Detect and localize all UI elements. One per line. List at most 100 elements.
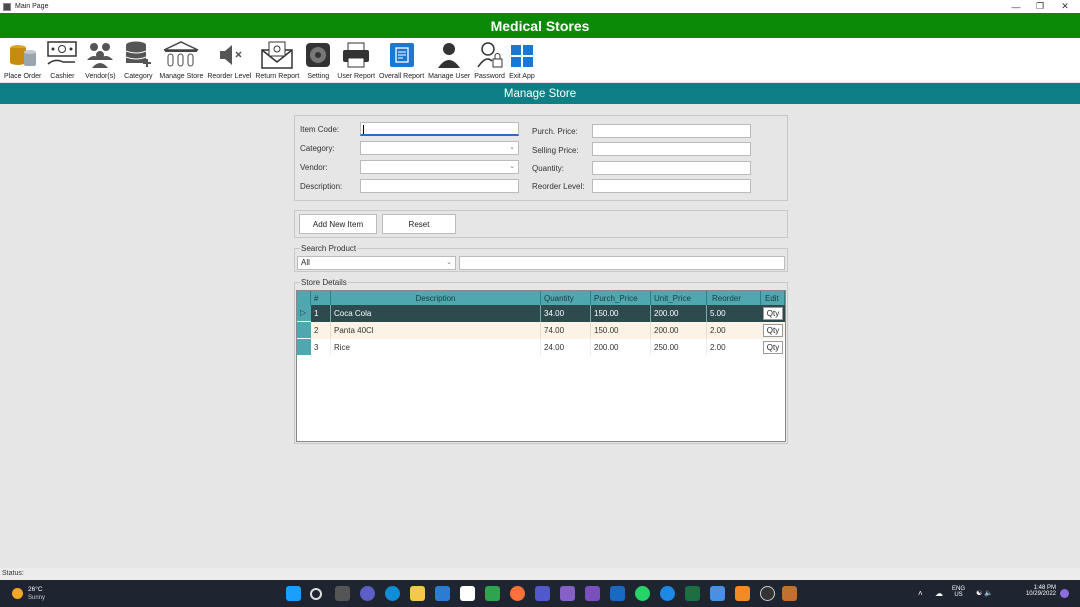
item-code-input[interactable] [360, 122, 519, 136]
category-select[interactable]: ⌄ [360, 141, 519, 155]
column-header[interactable]: Description [331, 291, 541, 305]
description-input[interactable] [360, 179, 519, 193]
reorder-level-input[interactable] [592, 179, 751, 193]
telegram-icon[interactable] [660, 586, 675, 601]
network-volume-icon[interactable]: ☯ 🔈 [976, 589, 993, 597]
mail-icon[interactable] [435, 586, 450, 601]
store-table: # Description Quantity Purch_Price Unit_… [296, 290, 786, 442]
column-header[interactable]: Quantity [541, 291, 591, 305]
column-header[interactable]: Edit [761, 291, 785, 305]
status-label: Status: [2, 570, 24, 577]
sublime-icon[interactable] [735, 586, 750, 601]
cell-unit-price: 200.00 [651, 305, 707, 322]
category-label: Category: [300, 144, 335, 153]
toolbar-manage-user[interactable]: Manage User [428, 38, 470, 82]
vs-code-icon[interactable] [585, 586, 600, 601]
row-selector[interactable]: ▷ [297, 305, 311, 322]
toolbar-password[interactable]: Password [474, 38, 505, 82]
visual-studio-icon[interactable] [560, 586, 575, 601]
medical-stores-app-icon[interactable] [782, 586, 797, 601]
cell-purch-price: 200.00 [591, 339, 651, 356]
toolbar-exit-app[interactable]: Exit App [509, 38, 535, 82]
chat-icon[interactable] [360, 586, 375, 601]
notepad-icon[interactable] [710, 586, 725, 601]
weather-sun-icon[interactable] [12, 588, 23, 599]
clock[interactable]: 1:48 PM 10/29/2022 [1018, 585, 1056, 597]
report-icon [387, 39, 417, 71]
language-indicator[interactable]: ENG US [952, 586, 965, 598]
column-header[interactable]: Purch_Price [591, 291, 651, 305]
toolbar-overall-report[interactable]: Overall Report [379, 38, 424, 82]
reorder-level-label: Reorder Level: [532, 182, 585, 191]
table-row[interactable]: 2 Panta 40Cl 74.00 150.00 200.00 2.00 Qt… [297, 322, 785, 339]
media-player-icon[interactable] [760, 586, 775, 601]
excel-icon[interactable] [685, 586, 700, 601]
cell-purch-price: 150.00 [591, 305, 651, 322]
cell-reorder: 2.00 [710, 343, 726, 352]
toolbar-label: Exit App [509, 73, 535, 80]
file-explorer-icon[interactable] [410, 586, 425, 601]
main-toolbar: Place Order Cashier Vendor(s) Category M… [0, 38, 1080, 82]
toolbar-category[interactable]: Category [121, 38, 155, 82]
cell-reorder: 2.00 [710, 326, 726, 335]
toolbar-cashier[interactable]: Cashier [45, 38, 79, 82]
chevron-down-icon: ⌄ [509, 144, 515, 151]
spreadsheet-icon[interactable] [485, 586, 500, 601]
toolbar-setting[interactable]: Setting [303, 38, 333, 82]
add-new-item-button[interactable]: Add New Item [299, 214, 377, 234]
search-input[interactable] [459, 256, 785, 270]
cloud-icon[interactable]: ☁ [935, 589, 943, 598]
edit-qty-button[interactable]: Qty [763, 324, 783, 337]
purch-price-input[interactable] [592, 124, 751, 138]
reset-button[interactable]: Reset [382, 214, 456, 234]
toolbar-place-order[interactable]: Place Order [4, 38, 41, 82]
teams-icon[interactable] [535, 586, 550, 601]
tray-chevron-icon[interactable]: ˄ [918, 589, 923, 598]
column-header[interactable]: Reorder [707, 291, 761, 305]
close-button[interactable]: ✕ [1053, 0, 1077, 13]
section-title: Manage Store [503, 87, 577, 100]
minimize-button[interactable]: — [1004, 0, 1028, 13]
toolbar-user-report[interactable]: User Report [337, 38, 375, 82]
row-selector[interactable] [297, 322, 311, 339]
user-lock-icon [475, 39, 505, 71]
search-icon[interactable] [310, 588, 322, 600]
toolbar-label: Overall Report [379, 73, 425, 80]
notification-icon[interactable] [1060, 589, 1069, 598]
printer-icon [339, 39, 373, 71]
toolbar-vendors[interactable]: Vendor(s) [83, 38, 117, 82]
selling-price-input[interactable] [592, 142, 751, 156]
row-selector[interactable] [297, 339, 311, 356]
quantity-label: Quantity: [532, 164, 565, 173]
toolbar-reorder-level[interactable]: Reorder Level [207, 38, 251, 82]
edit-qty-button[interactable]: Qty [763, 341, 783, 354]
search-filter-select[interactable]: All ⌄ [297, 256, 456, 270]
toolbar-label: Vendor(s) [85, 73, 116, 80]
app-icon [3, 2, 11, 11]
quantity-input[interactable] [592, 161, 751, 175]
table-row[interactable]: ▷ 1 Coca Cola 34.00 150.00 200.00 5.00 Q… [297, 305, 785, 322]
start-icon[interactable] [286, 586, 301, 601]
task-view-icon[interactable] [335, 586, 350, 601]
toolbar-label: Manage User [428, 73, 471, 80]
toolbar-manage-store[interactable]: Manage Store [159, 38, 203, 82]
whatsapp-icon[interactable] [635, 586, 650, 601]
toolbar-label: Return Report [255, 73, 300, 80]
amazon-icon[interactable] [460, 586, 475, 601]
column-header[interactable]: # [311, 291, 331, 305]
item-code-label: Item Code: [300, 125, 340, 134]
toolbar-label: Category [124, 73, 153, 80]
edit-qty-button[interactable]: Qty [763, 307, 783, 320]
column-header[interactable]: Unit_Price [651, 291, 707, 305]
cell-unit-price: 200.00 [651, 322, 707, 339]
firefox-icon[interactable] [510, 586, 525, 601]
cell-num: 3 [311, 339, 331, 356]
selling-price-label: Selling Price: [532, 146, 579, 155]
users-group-icon [83, 39, 117, 71]
app-icon[interactable] [610, 586, 625, 601]
table-row[interactable]: 3 Rice 24.00 200.00 250.00 2.00 Qty [297, 339, 785, 356]
edge-icon[interactable] [385, 586, 400, 601]
toolbar-return-report[interactable]: Return Report [255, 38, 299, 82]
maximize-button[interactable]: ❐ [1028, 0, 1052, 13]
vendor-select[interactable]: ⌄ [360, 160, 519, 174]
